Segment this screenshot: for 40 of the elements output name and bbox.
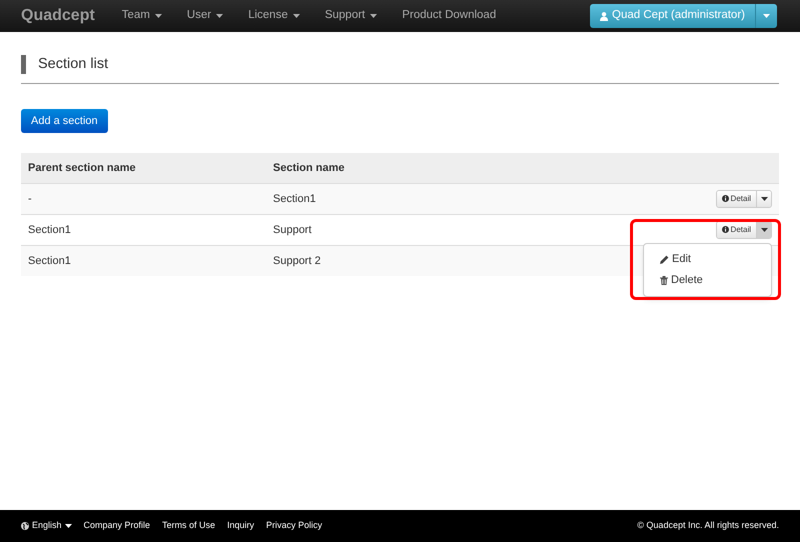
brand-logo[interactable]: Quadcept bbox=[21, 4, 95, 28]
title-bar-mark bbox=[21, 55, 26, 74]
detail-button[interactable]: Detail bbox=[716, 222, 756, 238]
menu-item[interactable]: Delete bbox=[644, 270, 771, 291]
column-header: Section name bbox=[273, 160, 345, 176]
nav-menu[interactable]: User bbox=[186, 7, 224, 25]
language-menu[interactable]: English bbox=[21, 519, 72, 533]
table-cell-text: Section1 bbox=[27, 222, 72, 238]
globe-icon bbox=[21, 522, 29, 530]
copyright-text: © Quadcept Inc. All rights reserved. bbox=[637, 519, 779, 532]
footer-link[interactable]: Terms of Use bbox=[162, 519, 216, 533]
nav-menu[interactable]: Support bbox=[324, 7, 378, 25]
add-section-button[interactable]: Add a section bbox=[21, 108, 108, 133]
footer-link[interactable]: Privacy Policy bbox=[266, 519, 322, 533]
info-icon bbox=[722, 226, 729, 234]
table-cell-text: Section1 bbox=[273, 192, 316, 206]
info-icon bbox=[722, 195, 729, 202]
caret-icon bbox=[763, 14, 770, 18]
column-header: Parent section name bbox=[27, 160, 137, 176]
caret-icon bbox=[760, 196, 768, 201]
user-icon bbox=[600, 12, 608, 20]
account-dropdown-button[interactable] bbox=[755, 4, 777, 28]
footer-link[interactable]: Company Profile bbox=[84, 519, 150, 533]
nav-menu[interactable]: Product Download bbox=[402, 7, 496, 25]
pencil-icon bbox=[660, 254, 669, 264]
menu-item[interactable]: Edit bbox=[644, 248, 771, 270]
table-cell-text: Section1 bbox=[27, 254, 72, 268]
table-cell-text: - bbox=[27, 192, 33, 206]
trash-icon bbox=[660, 276, 668, 285]
detail-dropdown-button[interactable] bbox=[756, 222, 771, 238]
nav-menu[interactable]: Team bbox=[122, 7, 162, 25]
caret-icon bbox=[760, 228, 768, 232]
table-cell-text: Support bbox=[273, 222, 312, 238]
footer-link[interactable]: Inquiry bbox=[227, 519, 254, 533]
detail-button[interactable]: Detail bbox=[716, 190, 756, 207]
page-title: Section list bbox=[38, 55, 108, 74]
nav-menu[interactable]: License bbox=[248, 7, 300, 25]
table-cell-text: Support 2 bbox=[273, 254, 321, 268]
caret-icon bbox=[64, 524, 72, 528]
detail-dropdown-button[interactable] bbox=[756, 190, 771, 207]
